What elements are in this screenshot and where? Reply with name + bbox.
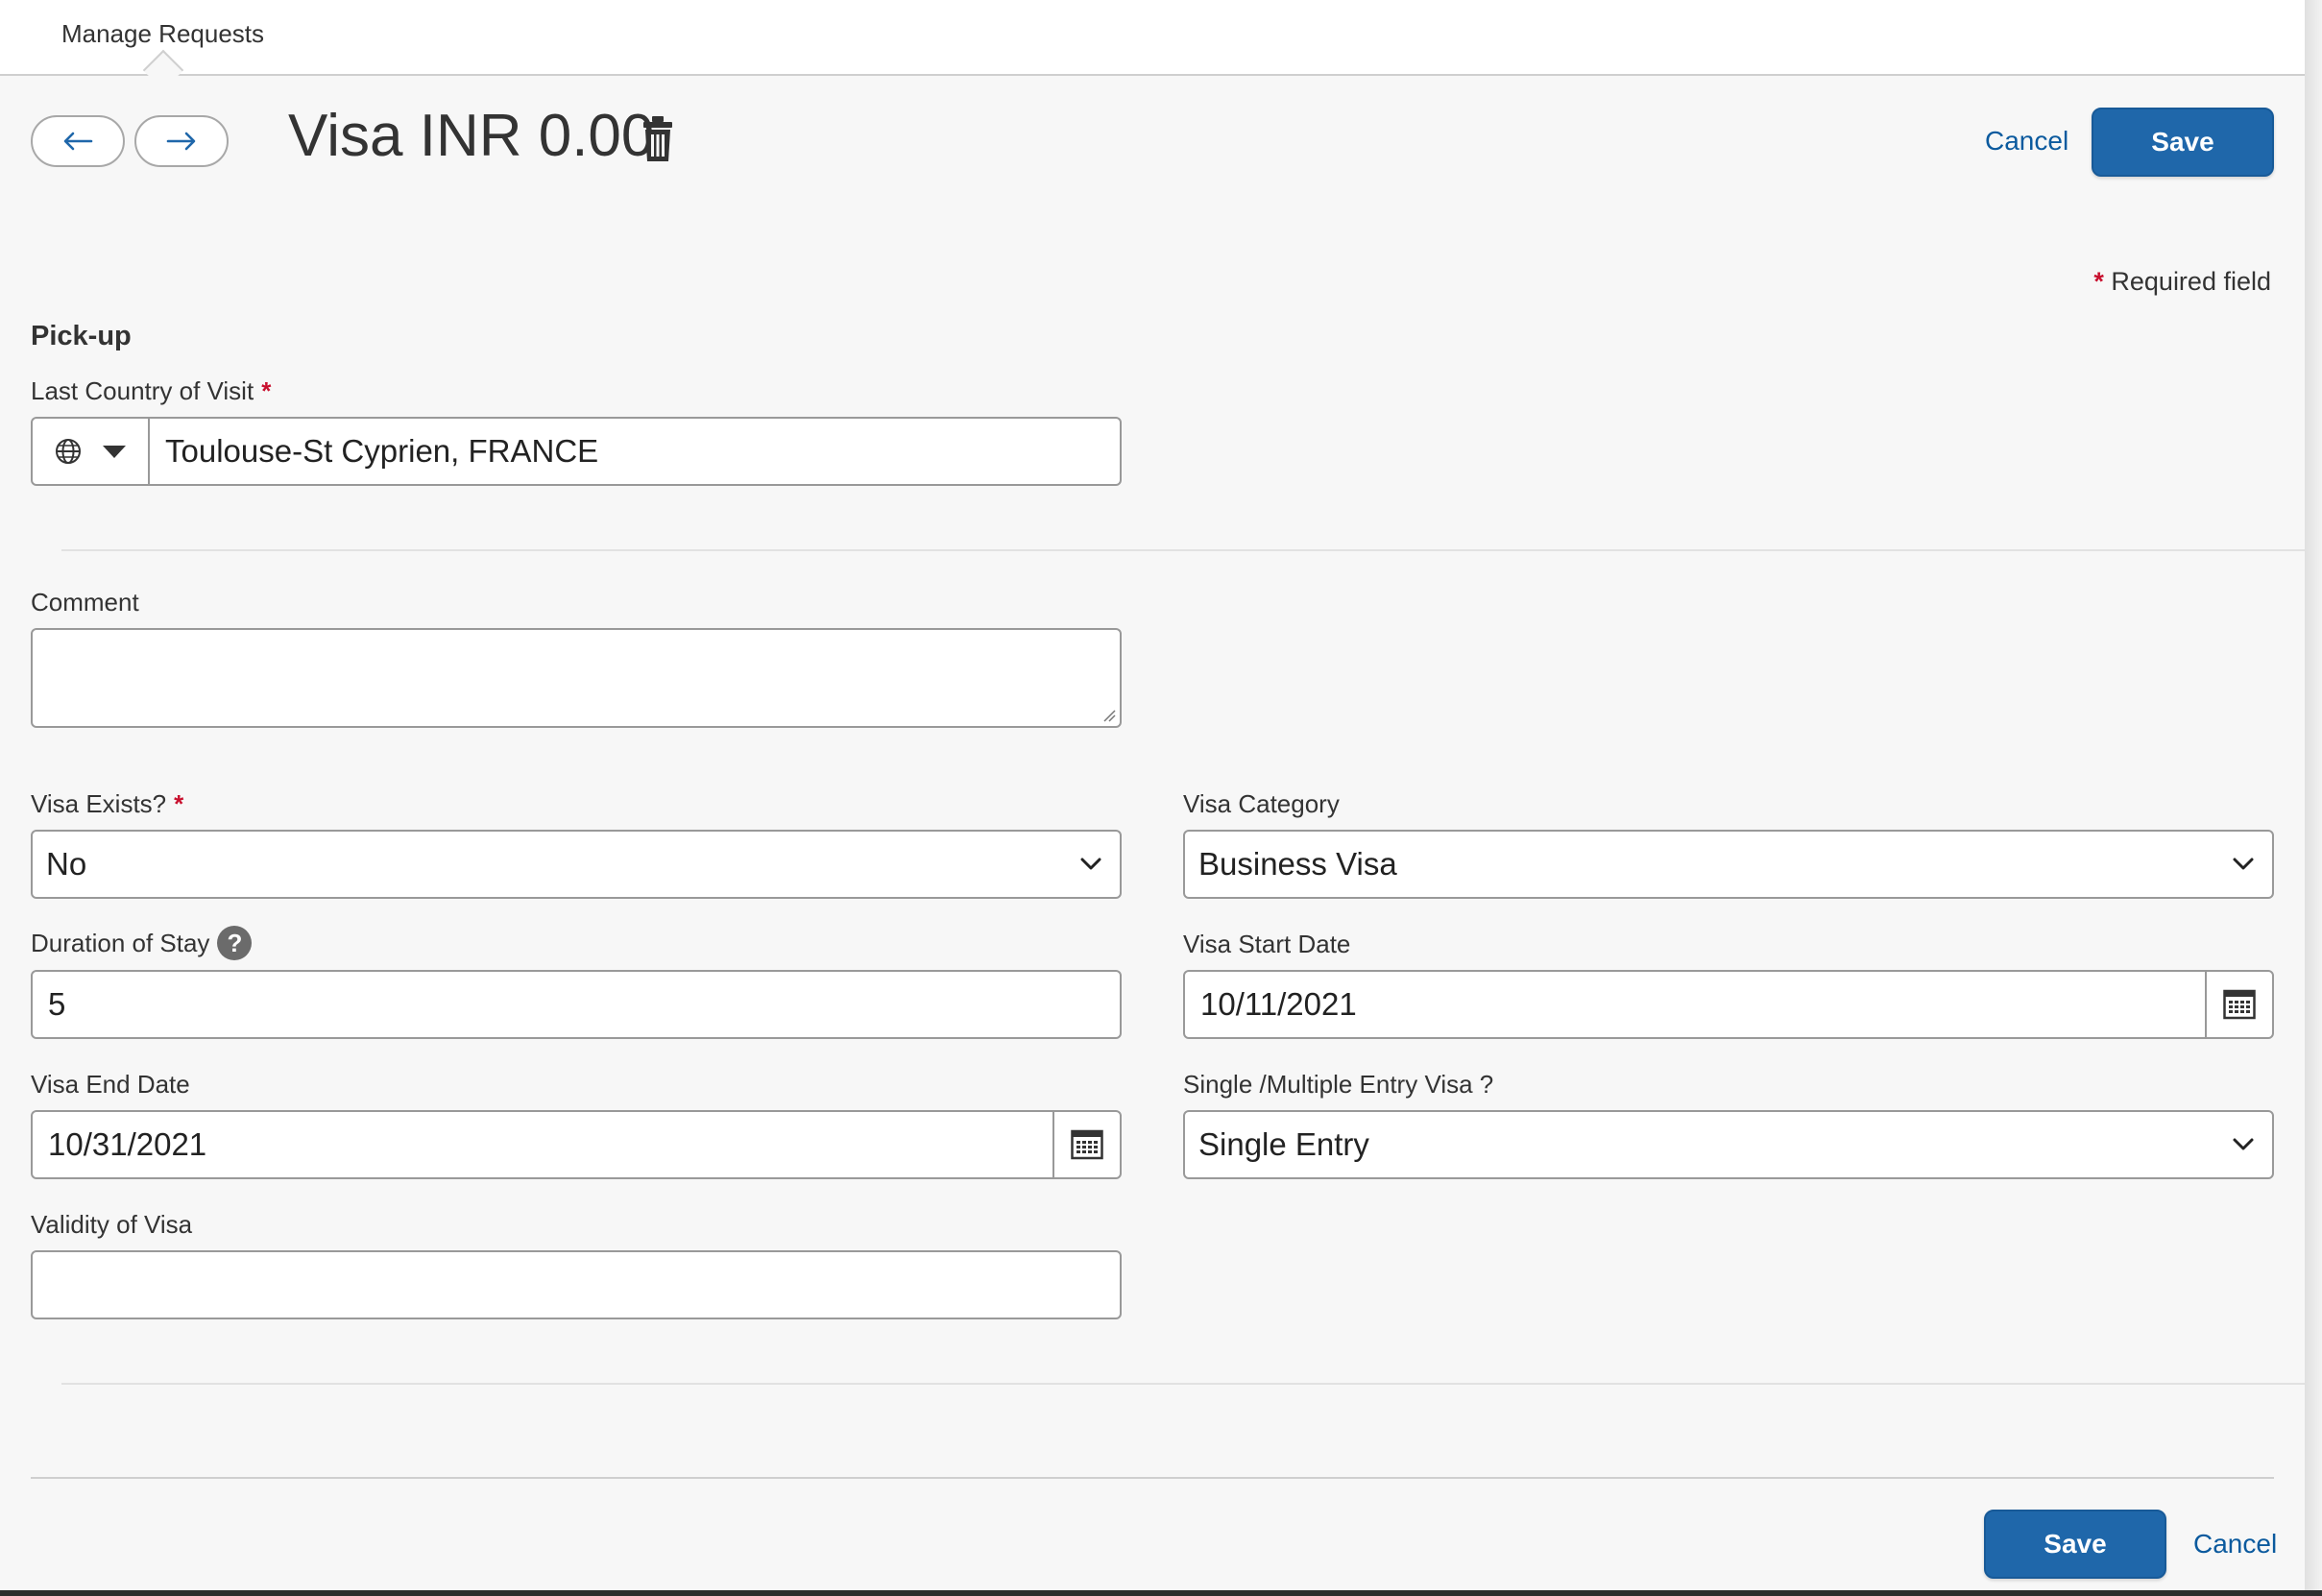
arrow-right-icon xyxy=(166,132,196,151)
required-star: * xyxy=(174,789,184,818)
location-type-picker[interactable] xyxy=(33,419,150,484)
visa-category-value: Business Visa xyxy=(1198,846,1397,882)
chevron-down-icon xyxy=(2233,1138,2254,1150)
comment-label-text: Comment xyxy=(31,588,139,617)
validity-of-visa-input[interactable] xyxy=(31,1250,1122,1319)
tab-manage-requests[interactable]: Manage Requests xyxy=(61,19,264,49)
calendar-icon xyxy=(1071,1129,1103,1160)
section-title-pickup: Pick-up xyxy=(31,321,132,351)
entry-type-label: Single /Multiple Entry Visa ? xyxy=(1183,1070,1493,1100)
duration-of-stay-label-text: Duration of Stay xyxy=(31,928,210,957)
cancel-link-bottom[interactable]: Cancel xyxy=(2193,1529,2277,1560)
window-bottom-edge xyxy=(0,1590,2322,1596)
comment-textarea[interactable] xyxy=(31,628,1122,728)
visa-end-date-label: Visa End Date xyxy=(31,1070,190,1100)
required-field-note: * Required field xyxy=(2093,267,2271,297)
duration-of-stay-input[interactable]: 5 xyxy=(31,970,1122,1039)
validity-of-visa-label: Validity of Visa xyxy=(31,1210,192,1240)
arrow-left-icon xyxy=(63,132,93,151)
save-button-top[interactable]: Save xyxy=(2092,108,2274,177)
visa-start-date-label: Visa Start Date xyxy=(1183,930,1350,959)
next-button[interactable] xyxy=(134,115,229,167)
page-title: Visa INR 0.00 xyxy=(288,103,655,169)
visa-category-select[interactable]: Business Visa xyxy=(1183,830,2274,899)
active-tab-indicator xyxy=(142,49,184,91)
help-icon[interactable]: ? xyxy=(217,926,253,960)
last-country-label: Last Country of Visit * xyxy=(31,376,271,406)
globe-icon xyxy=(56,439,81,464)
caret-down-icon xyxy=(103,446,126,458)
duration-of-stay-label: Duration of Stay ? xyxy=(31,926,253,960)
save-button-bottom[interactable]: Save xyxy=(1984,1510,2166,1579)
resize-grip-icon[interactable] xyxy=(1102,709,1116,722)
required-star: * xyxy=(2093,267,2104,296)
visa-start-date-input[interactable]: 10/11/2021 xyxy=(1183,970,2274,1039)
visa-category-label: Visa Category xyxy=(1183,789,1340,819)
chevron-down-icon xyxy=(1080,858,1101,870)
entry-type-value: Single Entry xyxy=(1198,1126,1369,1162)
visa-exists-select[interactable]: No xyxy=(31,830,1122,899)
visa-end-date-label-text: Visa End Date xyxy=(31,1070,190,1099)
section-divider xyxy=(61,549,2305,551)
cancel-link-top[interactable]: Cancel xyxy=(1985,126,2068,157)
visa-exists-value: No xyxy=(46,846,87,882)
visa-end-date-value: 10/31/2021 xyxy=(48,1126,207,1162)
last-country-label-text: Last Country of Visit xyxy=(31,376,254,405)
required-field-text: Required field xyxy=(2111,267,2271,296)
trash-icon[interactable] xyxy=(641,115,674,163)
entry-type-select[interactable]: Single Entry xyxy=(1183,1110,2274,1179)
visa-category-label-text: Visa Category xyxy=(1183,789,1340,818)
window-edge xyxy=(2305,0,2322,1596)
validity-of-visa-label-text: Validity of Visa xyxy=(31,1210,193,1239)
duration-of-stay-value: 5 xyxy=(48,986,66,1022)
visa-start-date-value: 10/11/2021 xyxy=(1200,986,1357,1022)
comment-label: Comment xyxy=(31,588,139,617)
chevron-down-icon xyxy=(2233,858,2254,870)
visa-start-date-label-text: Visa Start Date xyxy=(1183,930,1351,958)
top-nav-bar: Manage Requests xyxy=(0,0,2305,91)
calendar-icon xyxy=(2223,989,2256,1020)
required-star: * xyxy=(261,376,272,405)
visa-end-date-calendar-button[interactable] xyxy=(1052,1112,1120,1177)
visa-exists-label-text: Visa Exists? xyxy=(31,789,167,818)
visa-start-date-calendar-button[interactable] xyxy=(2205,972,2272,1037)
footer-divider xyxy=(31,1477,2274,1479)
entry-type-label-text: Single /Multiple Entry Visa ? xyxy=(1183,1070,1494,1099)
visa-end-date-input[interactable]: 10/31/2021 xyxy=(31,1110,1122,1179)
last-country-value: Toulouse-St Cyprien, FRANCE xyxy=(165,433,599,469)
previous-button[interactable] xyxy=(31,115,125,167)
last-country-field[interactable]: Toulouse-St Cyprien, FRANCE xyxy=(31,417,1122,486)
section-divider xyxy=(61,1383,2305,1385)
visa-exists-label: Visa Exists? * xyxy=(31,789,183,819)
